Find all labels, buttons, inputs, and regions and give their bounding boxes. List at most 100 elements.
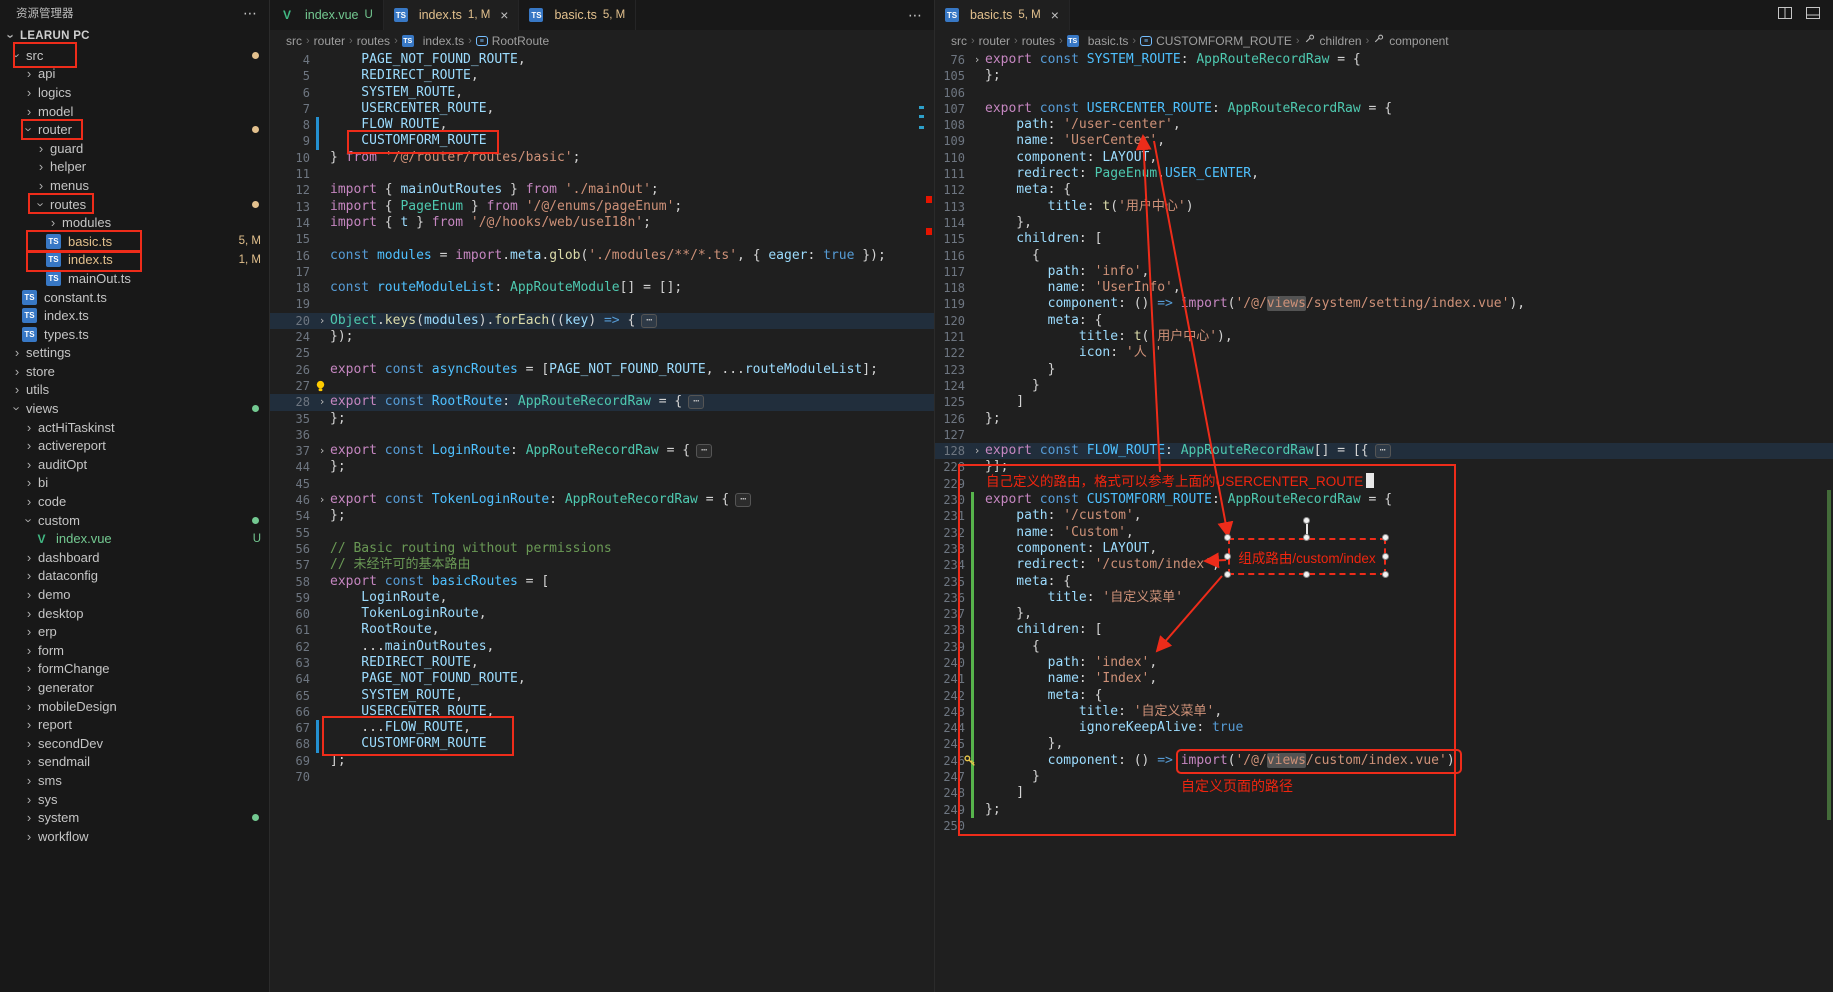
tree-item-router[interactable]: ›router [0,120,269,139]
tree-item-report[interactable]: ›report [0,715,269,734]
code-line-12[interactable]: 12import { mainOutRoutes } from './mainO… [270,182,934,198]
code-line-115[interactable]: 115 children: [ [935,231,1833,247]
code-line-241[interactable]: 241 name: 'Index', [935,671,1833,687]
breadcrumb-item-CUSTOMFORM_ROUTE[interactable]: ≡CUSTOMFORM_ROUTE [1140,34,1292,48]
code-line-68[interactable]: 68 CUSTOMFORM_ROUTE [270,736,934,752]
code-line-116[interactable]: 116 { [935,248,1833,264]
code-line-247[interactable]: 247 } [935,769,1833,785]
code-line-57[interactable]: 57// 未经许可的基本路由 [270,557,934,573]
tree-item-index.vue[interactable]: Vindex.vueU [0,529,269,548]
breadcrumb-item-routes[interactable]: routes [357,34,390,48]
code-line-66[interactable]: 66 USERCENTER_ROUTE, [270,704,934,720]
code-line-238[interactable]: 238 children: [ [935,622,1833,638]
tree-item-workflow[interactable]: ›workflow [0,827,269,846]
tree-item-basic.ts[interactable]: TSbasic.ts5, M [0,232,269,251]
code-line-76[interactable]: 76›export const SYSTEM_ROUTE: AppRouteRe… [935,52,1833,68]
code-line-105[interactable]: 105}; [935,68,1833,84]
code-line-67[interactable]: 67 ...FLOW_ROUTE, [270,720,934,736]
tree-item-demo[interactable]: ›demo [0,585,269,604]
explorer-more-actions-icon[interactable]: ⋯ [243,5,257,22]
code-line-14[interactable]: 14import { t } from '/@/hooks/web/useI18… [270,215,934,231]
code-line-243[interactable]: 243 title: '自定义菜单', [935,704,1833,720]
code-line-70[interactable]: 70 [270,769,934,785]
fold-chevron-icon[interactable]: › [969,52,985,68]
code-line-246[interactable]: 246 component: () => import('/@/views/cu… [935,753,1833,769]
code-line-62[interactable]: 62 ...mainOutRoutes, [270,639,934,655]
tree-item-dataconfig[interactable]: ›dataconfig [0,567,269,586]
code-line-17[interactable]: 17 [270,264,934,280]
tree-item-helper[interactable]: ›helper [0,158,269,177]
tree-item-guard[interactable]: ›guard [0,139,269,158]
code-line-230[interactable]: 230export const CUSTOMFORM_ROUTE: AppRou… [935,492,1833,508]
breadcrumb-item-src[interactable]: src [951,34,967,48]
code-line-125[interactable]: 125 ] [935,394,1833,410]
overview-ruler-modified-mark[interactable] [919,115,924,118]
tree-item-logics[interactable]: ›logics [0,83,269,102]
code-line-65[interactable]: 65 SYSTEM_ROUTE, [270,688,934,704]
code-line-10[interactable]: 10} from '/@/router/routes/basic'; [270,150,934,166]
code-line-5[interactable]: 5 REDIRECT_ROUTE, [270,68,934,84]
breadcrumb-item-RootRoute[interactable]: ≡RootRoute [476,34,549,48]
tree-item-dashboard[interactable]: ›dashboard [0,548,269,567]
tree-item-routes[interactable]: ›routes [0,195,269,214]
editor-more-actions-icon[interactable]: ⋯ [908,7,922,24]
code-line-120[interactable]: 120 meta: { [935,313,1833,329]
code-line-107[interactable]: 107export const USERCENTER_ROUTE: AppRou… [935,101,1833,117]
tab-index.ts[interactable]: TSindex.ts1, M× [384,0,520,30]
folded-region-ellipsis[interactable]: ⋯ [735,493,751,507]
folded-region-ellipsis[interactable]: ⋯ [641,314,657,328]
code-line-54[interactable]: 54}; [270,508,934,524]
code-line-250[interactable]: 250 [935,818,1833,834]
code-line-122[interactable]: 122 icon: '人 ' [935,345,1833,361]
code-line-37[interactable]: 37›export const LoginRoute: AppRouteReco… [270,443,934,459]
code-line-24[interactable]: 24}); [270,329,934,345]
code-line-11[interactable]: 11 [270,166,934,182]
tree-item-store[interactable]: ›store [0,362,269,381]
code-line-59[interactable]: 59 LoginRoute, [270,590,934,606]
code-line-121[interactable]: 121 title: t('用户中心'), [935,329,1833,345]
tree-item-activereport[interactable]: ›activereport [0,436,269,455]
fold-chevron-icon[interactable]: › [314,394,330,410]
code-line-55[interactable]: 55 [270,525,934,541]
tree-item-erp[interactable]: ›erp [0,622,269,641]
breadcrumb-item-index.ts[interactable]: TSindex.ts [402,34,464,48]
code-line-60[interactable]: 60 TokenLoginRoute, [270,606,934,622]
code-line-19[interactable]: 19 [270,296,934,312]
code-line-18[interactable]: 18const routeModuleList: AppRouteModule[… [270,280,934,296]
tree-item-index.ts[interactable]: TSindex.ts [0,306,269,325]
tree-item-auditOpt[interactable]: ›auditOpt [0,455,269,474]
tree-item-constant.ts[interactable]: TSconstant.ts [0,288,269,307]
code-right[interactable]: 76›export const SYSTEM_ROUTE: AppRouteRe… [935,52,1833,992]
code-line-7[interactable]: 7 USERCENTER_ROUTE, [270,101,934,117]
split-editor-icon[interactable] [1777,5,1793,26]
resize-handle[interactable] [1382,534,1389,541]
tree-item-sys[interactable]: ›sys [0,790,269,809]
tree-item-src[interactable]: ›src [0,46,269,65]
code-line-237[interactable]: 237 }, [935,606,1833,622]
code-line-236[interactable]: 236 title: '自定义菜单' [935,590,1833,606]
code-line-240[interactable]: 240 path: 'index', [935,655,1833,671]
code-line-9[interactable]: 9 CUSTOMFORM_ROUTE [270,133,934,149]
code-line-248[interactable]: 248 ] [935,785,1833,801]
tree-item-form[interactable]: ›form [0,641,269,660]
code-line-13[interactable]: 13import { PageEnum } from '/@/enums/pag… [270,199,934,215]
resize-handle[interactable] [1303,571,1310,578]
code-line-117[interactable]: 117 path: 'info', [935,264,1833,280]
overview-ruler-modified-mark[interactable] [919,126,924,129]
breadcrumb-item-component[interactable]: component [1373,34,1448,49]
code-line-46[interactable]: 46›export const TokenLoginRoute: AppRout… [270,492,934,508]
resize-handle[interactable] [1224,553,1231,560]
tree-item-code[interactable]: ›code [0,492,269,511]
code-line-35[interactable]: 35}; [270,411,934,427]
code-line-249[interactable]: 249}; [935,802,1833,818]
code-line-28[interactable]: 28›export const RootRoute: AppRouteRecor… [270,394,934,410]
code-left[interactable]: 4 PAGE_NOT_FOUND_ROUTE,5 REDIRECT_ROUTE,… [270,52,934,992]
fold-chevron-icon[interactable]: › [969,443,985,459]
tree-item-mobileDesign[interactable]: ›mobileDesign [0,697,269,716]
tree-item-settings[interactable]: ›settings [0,344,269,363]
tree-item-secondDev[interactable]: ›secondDev [0,734,269,753]
code-line-244[interactable]: 244 ignoreKeepAlive: true [935,720,1833,736]
code-line-231[interactable]: 231 path: '/custom', [935,508,1833,524]
code-line-114[interactable]: 114 }, [935,215,1833,231]
tree-item-model[interactable]: ›model [0,102,269,121]
